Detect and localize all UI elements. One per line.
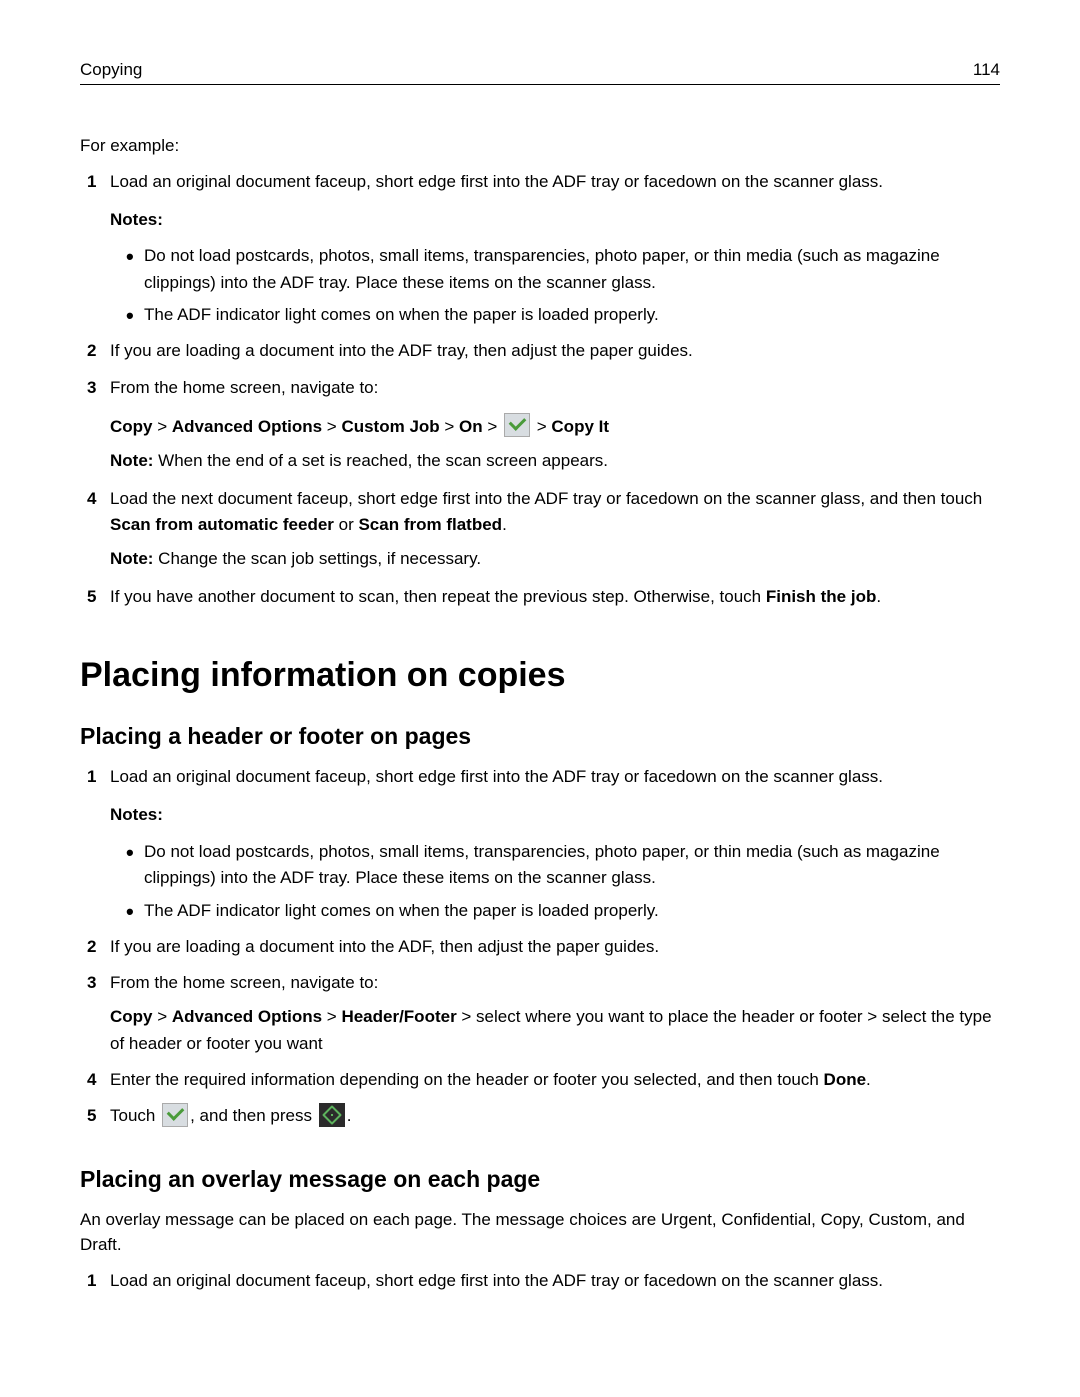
- checkmark-icon: [504, 413, 530, 437]
- nav-path-b: Copy > Advanced Options > Header/Footer …: [110, 1003, 1000, 1057]
- page-number: 114: [973, 60, 1000, 80]
- notes-label: Notes:: [110, 207, 1000, 233]
- heading-overlay: Placing an overlay message on each page: [80, 1166, 1000, 1193]
- checkmark-icon: [162, 1103, 188, 1127]
- section-name: Copying: [80, 60, 142, 80]
- step-b1: Load an original document faceup, short …: [80, 764, 1000, 924]
- step-b5: Touch , and then press .: [80, 1103, 1000, 1129]
- step-a4: Load the next document faceup, short edg…: [80, 486, 1000, 572]
- note-item: Do not load postcards, photos, small ite…: [110, 243, 1000, 296]
- steps-list-a: Load an original document faceup, short …: [80, 169, 1000, 611]
- page-header: Copying 114: [80, 60, 1000, 85]
- start-diamond-icon: [319, 1103, 345, 1127]
- step-b3: From the home screen, navigate to: Copy …: [80, 970, 1000, 1057]
- note-item: The ADF indicator light comes on when th…: [110, 302, 1000, 328]
- notes-bullets-a: Do not load postcards, photos, small ite…: [110, 243, 1000, 328]
- for-example-text: For example:: [80, 133, 1000, 159]
- overlay-intro: An overlay message can be placed on each…: [80, 1207, 1000, 1258]
- step-a3: From the home screen, navigate to: Copy …: [80, 375, 1000, 474]
- step-a2: If you are loading a document into the A…: [80, 338, 1000, 364]
- heading-header-footer: Placing a header or footer on pages: [80, 723, 1000, 750]
- nav-path-a: Copy > Advanced Options > Custom Job > O…: [110, 413, 1000, 440]
- note-a4: Note: Change the scan job settings, if n…: [110, 546, 1000, 572]
- note-a3: Note: When the end of a set is reached, …: [110, 448, 1000, 474]
- notes-bullets-b: Do not load postcards, photos, small ite…: [110, 839, 1000, 924]
- step-b2: If you are loading a document into the A…: [80, 934, 1000, 960]
- note-item: Do not load postcards, photos, small ite…: [110, 839, 1000, 892]
- steps-list-c: Load an original document faceup, short …: [80, 1268, 1000, 1294]
- step-b4: Enter the required information depending…: [80, 1067, 1000, 1093]
- notes-label: Notes:: [110, 802, 1000, 828]
- steps-list-b: Load an original document faceup, short …: [80, 764, 1000, 1129]
- step-a5: If you have another document to scan, th…: [80, 584, 1000, 610]
- step-c1: Load an original document faceup, short …: [80, 1268, 1000, 1294]
- step-a1: Load an original document faceup, short …: [80, 169, 1000, 329]
- note-item: The ADF indicator light comes on when th…: [110, 898, 1000, 924]
- heading-placing-info: Placing information on copies: [80, 656, 1000, 695]
